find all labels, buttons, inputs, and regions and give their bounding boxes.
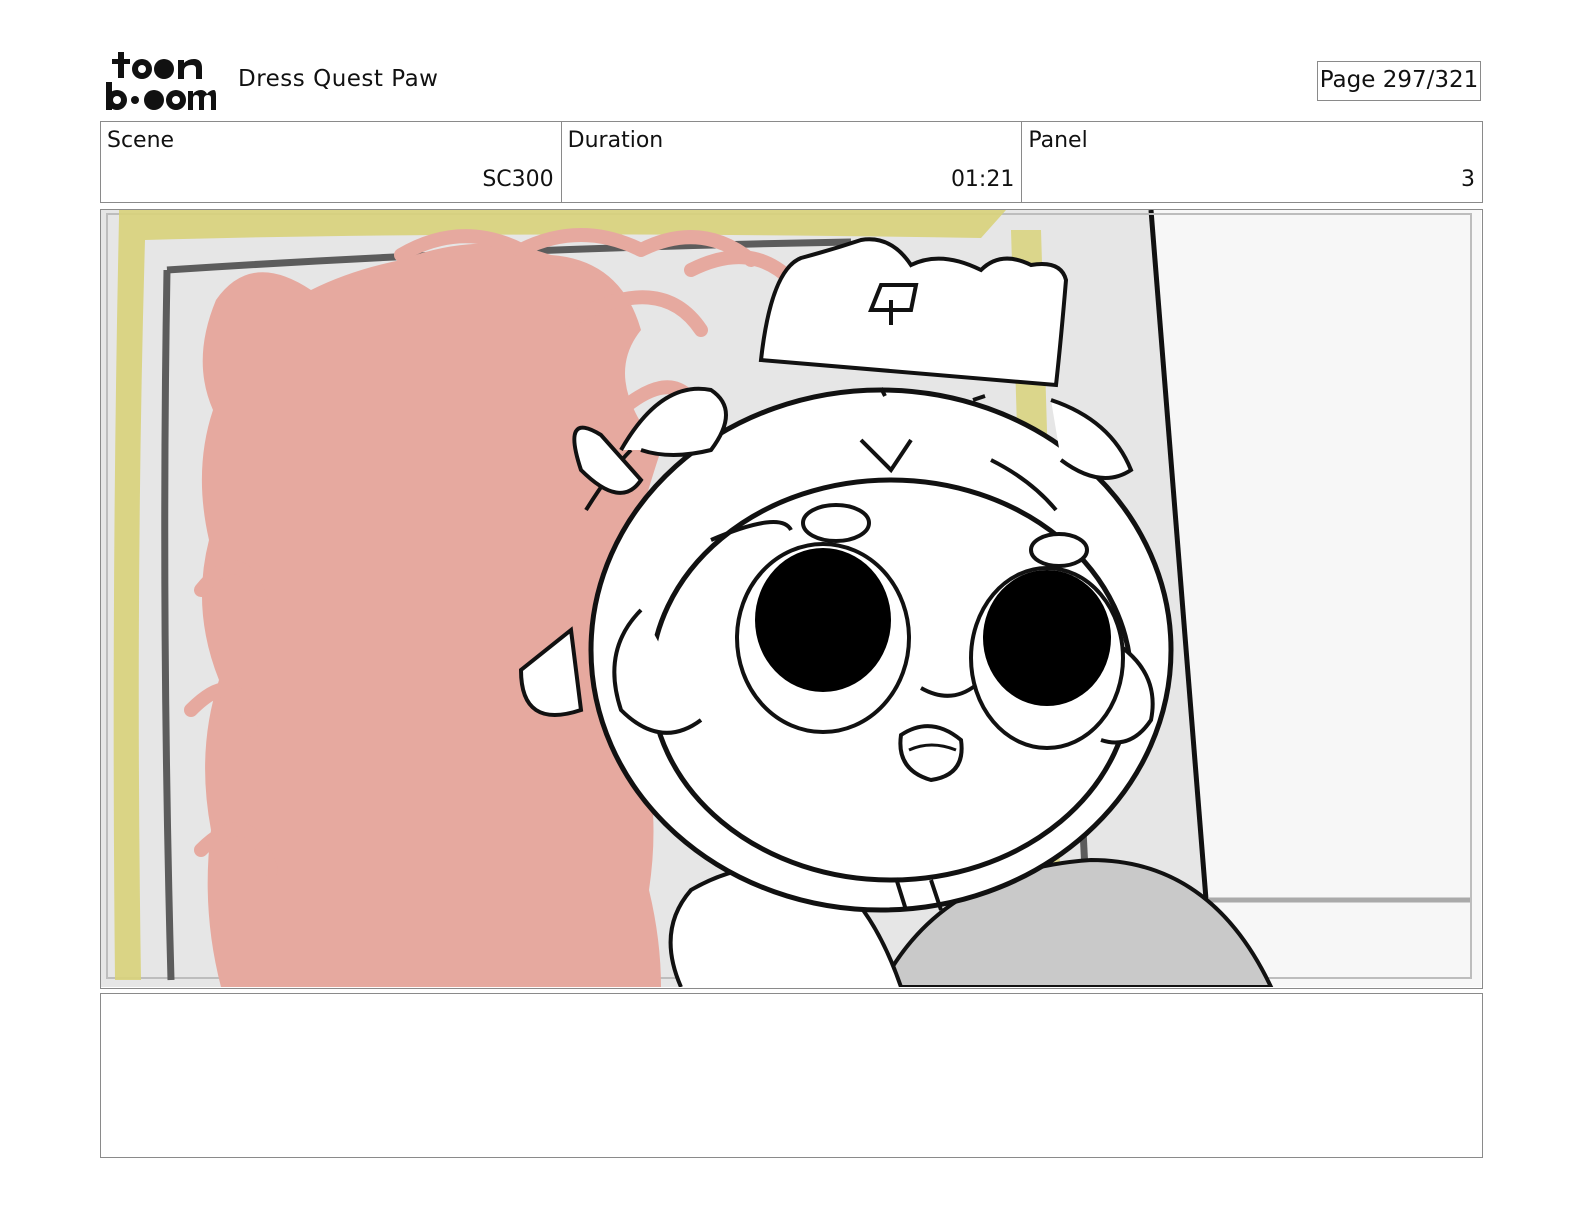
panel-info-table: Scene SC300 Duration 01:21 Panel 3 bbox=[100, 121, 1483, 203]
eye-left bbox=[755, 548, 891, 692]
panel-label: Panel bbox=[1028, 128, 1088, 153]
duration-cell: Duration 01:21 bbox=[562, 122, 1023, 202]
page-indicator: Page 297/321 bbox=[1317, 61, 1481, 101]
scene-value: SC300 bbox=[482, 167, 554, 192]
toonboom-logo bbox=[106, 52, 216, 110]
duration-label: Duration bbox=[567, 128, 664, 153]
eye-right bbox=[983, 570, 1111, 706]
eyebrow-left bbox=[801, 503, 871, 543]
scene-cell: Scene SC300 bbox=[101, 122, 562, 202]
duration-value: 01:21 bbox=[950, 167, 1015, 192]
panel-value: 3 bbox=[1461, 167, 1476, 192]
panel-notes-box bbox=[100, 993, 1483, 1158]
panel-drawing bbox=[101, 210, 1481, 987]
panel-cell: Panel 3 bbox=[1022, 122, 1482, 202]
storyboard-panel bbox=[100, 209, 1483, 989]
eyebrow-right bbox=[1029, 532, 1089, 568]
scene-label: Scene bbox=[107, 128, 175, 153]
document-title: Dress Quest Paw bbox=[238, 66, 439, 92]
